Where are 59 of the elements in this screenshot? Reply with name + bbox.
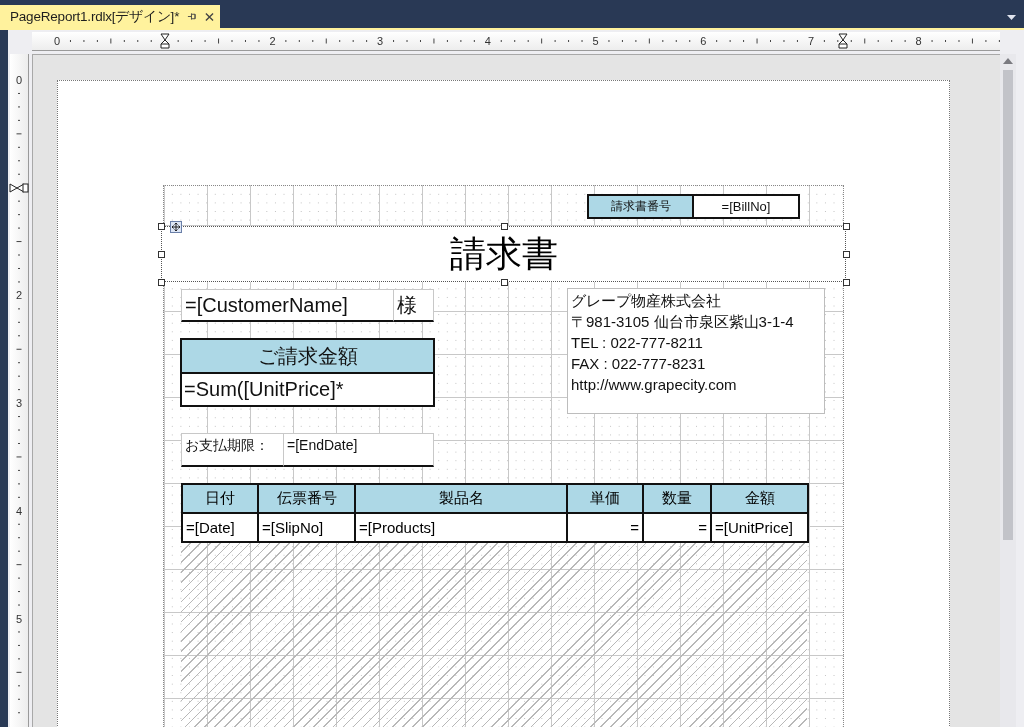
- ruler-number: 7: [807, 35, 814, 47]
- table-cell: =: [568, 514, 642, 541]
- scroll-up-icon[interactable]: [1003, 58, 1013, 64]
- company-info-line: 〒981-3105 仙台市泉区紫山3-1-4: [571, 312, 795, 332]
- ruler-number: 4: [16, 504, 23, 517]
- column-header: 伝票番号: [259, 485, 354, 512]
- resize-handle[interactable]: [843, 279, 850, 286]
- close-icon[interactable]: [205, 11, 214, 22]
- move-icon[interactable]: [170, 221, 182, 233]
- table-cell: =[Date]: [183, 514, 257, 541]
- column-header: 単価: [568, 485, 642, 512]
- ruler-number: 8: [915, 35, 922, 47]
- report-title: 請求書: [161, 226, 846, 282]
- column-header: 製品名: [356, 485, 566, 512]
- ruler-number: 3: [16, 397, 23, 410]
- bill-number-field: =[BillNo]: [692, 194, 800, 219]
- ruler-number: 2: [16, 289, 23, 302]
- table-cell: =[Products]: [356, 514, 566, 541]
- resize-handle[interactable]: [158, 223, 165, 230]
- amount-field: =Sum([UnitPrice]*: [180, 372, 435, 407]
- resize-handle[interactable]: [158, 279, 165, 286]
- document-tab[interactable]: PageReport1.rdlx[デザイン]*: [0, 5, 220, 28]
- column-header: 金額: [712, 485, 807, 512]
- ruler-number: 5: [16, 612, 23, 625]
- column-header: 日付: [183, 485, 257, 512]
- table-cell: =[UnitPrice]: [712, 514, 807, 541]
- company-info-line: http://www.grapecity.com: [571, 375, 738, 395]
- ruler-number: 0: [54, 35, 61, 47]
- ruler-number: 2: [269, 35, 276, 47]
- ruler-number: 6: [700, 35, 707, 47]
- scrollbar[interactable]: [1000, 54, 1016, 727]
- ruler-number: 3: [377, 35, 384, 47]
- company-info-line: FAX : 022-777-8231: [571, 354, 707, 374]
- pin-icon[interactable]: [187, 12, 198, 21]
- resize-handle[interactable]: [500, 279, 508, 286]
- margin-marker-icon[interactable]: [838, 33, 849, 49]
- company-info-line: TEL : 022-777-8211: [571, 333, 704, 353]
- company-info-line: グレープ物産株式会社: [571, 291, 722, 311]
- resize-handle[interactable]: [843, 223, 850, 230]
- amount-label: ご請求金額: [180, 338, 435, 374]
- dropdown-icon[interactable]: [1007, 15, 1016, 20]
- table-cell: =: [644, 514, 710, 541]
- table-cell: =[SlipNo]: [259, 514, 354, 541]
- resize-handle[interactable]: [843, 251, 850, 258]
- ruler-number: 0: [16, 74, 23, 86]
- customer-name-field: =[CustomerName]: [181, 289, 394, 322]
- resize-handle[interactable]: [158, 251, 165, 258]
- ruler-number: 5: [592, 35, 599, 47]
- column-header: 数量: [644, 485, 710, 512]
- margin-marker-icon[interactable]: [159, 33, 170, 49]
- resize-handle[interactable]: [500, 223, 508, 230]
- tab-title: PageReport1.rdlx[デザイン]*: [10, 7, 180, 26]
- ruler-number: 4: [484, 35, 491, 47]
- honorific-label: 様: [393, 289, 434, 322]
- bill-number-label: 請求書番号: [587, 194, 694, 219]
- due-date-label: お支払期限：: [181, 433, 284, 467]
- due-date-field: =[EndDate]: [283, 433, 434, 467]
- scroll-thumb[interactable]: [1003, 70, 1013, 540]
- margin-marker-icon[interactable]: [9, 182, 29, 193]
